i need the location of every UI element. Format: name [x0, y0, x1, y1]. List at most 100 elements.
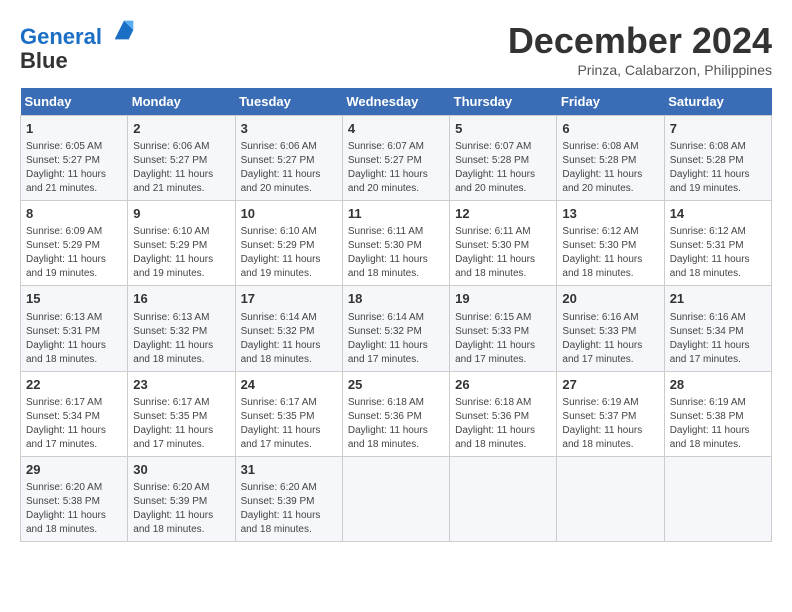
- calendar-day-10: 10Sunrise: 6:10 AM Sunset: 5:29 PM Dayli…: [235, 201, 342, 286]
- calendar-day-31: 31Sunrise: 6:20 AM Sunset: 5:39 PM Dayli…: [235, 456, 342, 541]
- day-number: 4: [348, 120, 444, 138]
- title-area: December 2024 Prinza, Calabarzon, Philip…: [508, 20, 772, 78]
- day-info: Sunrise: 6:16 AM Sunset: 5:33 PM Dayligh…: [562, 311, 658, 367]
- day-info: Sunrise: 6:09 AM Sunset: 5:29 PM Dayligh…: [26, 225, 122, 281]
- day-number: 25: [348, 376, 444, 394]
- day-info: Sunrise: 6:13 AM Sunset: 5:32 PM Dayligh…: [133, 311, 229, 367]
- day-info: Sunrise: 6:11 AM Sunset: 5:30 PM Dayligh…: [348, 225, 444, 281]
- day-number: 2: [133, 120, 229, 138]
- calendar-day-7: 7 Sunrise: 6:08 AM Sunset: 5:28 PM Daylig…: [664, 116, 771, 201]
- day-number: 10: [241, 205, 337, 223]
- calendar-day-13: 13 Sunrise: 6:12 AM Sunset: 5:30 PM Dayli…: [557, 201, 664, 286]
- calendar-day-17: 17 Sunrise: 6:14 AM Sunset: 5:32 PM Dayli…: [235, 286, 342, 371]
- day-info: Sunrise: 6:10 AM Sunset: 5:29 PM Dayligh…: [133, 225, 229, 281]
- day-info: Sunrise: 6:17 AM Sunset: 5:34 PM Dayligh…: [26, 396, 122, 452]
- weekday-header-wednesday: Wednesday: [342, 88, 449, 116]
- calendar-day-22: 22 Sunrise: 6:17 AM Sunset: 5:34 PM Dayli…: [21, 371, 128, 456]
- day-info: Sunrise: 6:12 AM Sunset: 5:31 PM Dayligh…: [670, 225, 766, 281]
- day-info: Sunrise: 6:07 AM Sunset: 5:28 PM Dayligh…: [455, 140, 551, 196]
- calendar-week-1: 1 Sunrise: 6:05 AM Sunset: 5:27 PM Daylig…: [21, 116, 772, 201]
- day-number: 8: [26, 205, 122, 223]
- empty-cell: [342, 456, 449, 541]
- subtitle: Prinza, Calabarzon, Philippines: [508, 62, 772, 78]
- day-number: 24: [241, 376, 337, 394]
- day-number: 22: [26, 376, 122, 394]
- calendar-day-21: 21Sunrise: 6:16 AM Sunset: 5:34 PM Dayli…: [664, 286, 771, 371]
- weekday-header-monday: Monday: [128, 88, 235, 116]
- day-info: Sunrise: 6:19 AM Sunset: 5:38 PM Dayligh…: [670, 396, 766, 452]
- day-info: Sunrise: 6:18 AM Sunset: 5:36 PM Dayligh…: [455, 396, 551, 452]
- calendar-day-1: 1 Sunrise: 6:05 AM Sunset: 5:27 PM Daylig…: [21, 116, 128, 201]
- calendar-day-15: 15 Sunrise: 6:13 AM Sunset: 5:31 PM Dayli…: [21, 286, 128, 371]
- calendar-week-4: 22 Sunrise: 6:17 AM Sunset: 5:34 PM Dayli…: [21, 371, 772, 456]
- day-number: 18: [348, 290, 444, 308]
- calendar-table: SundayMondayTuesdayWednesdayThursdayFrid…: [20, 88, 772, 542]
- day-info: Sunrise: 6:06 AM Sunset: 5:27 PM Dayligh…: [241, 140, 337, 196]
- calendar-day-9: 9 Sunrise: 6:10 AM Sunset: 5:29 PM Daylig…: [128, 201, 235, 286]
- day-info: Sunrise: 6:08 AM Sunset: 5:28 PM Dayligh…: [562, 140, 658, 196]
- day-info: Sunrise: 6:05 AM Sunset: 5:27 PM Dayligh…: [26, 140, 122, 196]
- calendar-day-18: 18 Sunrise: 6:14 AM Sunset: 5:32 PM Dayli…: [342, 286, 449, 371]
- calendar-day-14: 14Sunrise: 6:12 AM Sunset: 5:31 PM Dayli…: [664, 201, 771, 286]
- empty-cell: [557, 456, 664, 541]
- day-number: 29: [26, 461, 122, 479]
- day-number: 27: [562, 376, 658, 394]
- day-number: 7: [670, 120, 766, 138]
- logo: General Blue: [20, 20, 138, 73]
- day-info: Sunrise: 6:06 AM Sunset: 5:27 PM Dayligh…: [133, 140, 229, 196]
- day-info: Sunrise: 6:11 AM Sunset: 5:30 PM Dayligh…: [455, 225, 551, 281]
- calendar-day-23: 23 Sunrise: 6:17 AM Sunset: 5:35 PM Dayli…: [128, 371, 235, 456]
- day-info: Sunrise: 6:08 AM Sunset: 5:28 PM Dayligh…: [670, 140, 766, 196]
- empty-cell: [664, 456, 771, 541]
- calendar-day-11: 11Sunrise: 6:11 AM Sunset: 5:30 PM Dayli…: [342, 201, 449, 286]
- day-info: Sunrise: 6:20 AM Sunset: 5:39 PM Dayligh…: [241, 481, 337, 537]
- day-info: Sunrise: 6:12 AM Sunset: 5:30 PM Dayligh…: [562, 225, 658, 281]
- calendar-day-24: 24 Sunrise: 6:17 AM Sunset: 5:35 PM Dayli…: [235, 371, 342, 456]
- day-number: 28: [670, 376, 766, 394]
- weekday-header-sunday: Sunday: [21, 88, 128, 116]
- day-number: 3: [241, 120, 337, 138]
- calendar-day-19: 19Sunrise: 6:15 AM Sunset: 5:33 PM Dayli…: [450, 286, 557, 371]
- calendar-day-8: 8 Sunrise: 6:09 AM Sunset: 5:29 PM Daylig…: [21, 201, 128, 286]
- month-title: December 2024: [508, 20, 772, 62]
- calendar-day-5: 5Sunrise: 6:07 AM Sunset: 5:28 PM Daylig…: [450, 116, 557, 201]
- day-number: 16: [133, 290, 229, 308]
- calendar-day-12: 12 Sunrise: 6:11 AM Sunset: 5:30 PM Dayli…: [450, 201, 557, 286]
- day-info: Sunrise: 6:14 AM Sunset: 5:32 PM Dayligh…: [348, 311, 444, 367]
- calendar-day-26: 26 Sunrise: 6:18 AM Sunset: 5:36 PM Dayli…: [450, 371, 557, 456]
- calendar-day-28: 28 Sunrise: 6:19 AM Sunset: 5:38 PM Dayli…: [664, 371, 771, 456]
- day-info: Sunrise: 6:07 AM Sunset: 5:27 PM Dayligh…: [348, 140, 444, 196]
- page-header: General Blue December 2024 Prinza, Calab…: [20, 20, 772, 78]
- day-number: 30: [133, 461, 229, 479]
- calendar-day-29: 29 Sunrise: 6:20 AM Sunset: 5:38 PM Dayli…: [21, 456, 128, 541]
- day-info: Sunrise: 6:20 AM Sunset: 5:38 PM Dayligh…: [26, 481, 122, 537]
- day-info: Sunrise: 6:14 AM Sunset: 5:32 PM Dayligh…: [241, 311, 337, 367]
- day-number: 26: [455, 376, 551, 394]
- calendar-week-5: 29 Sunrise: 6:20 AM Sunset: 5:38 PM Dayli…: [21, 456, 772, 541]
- day-info: Sunrise: 6:17 AM Sunset: 5:35 PM Dayligh…: [241, 396, 337, 452]
- calendar-day-30: 30Sunrise: 6:20 AM Sunset: 5:39 PM Dayli…: [128, 456, 235, 541]
- day-info: Sunrise: 6:17 AM Sunset: 5:35 PM Dayligh…: [133, 396, 229, 452]
- weekday-header-saturday: Saturday: [664, 88, 771, 116]
- day-number: 13: [562, 205, 658, 223]
- weekday-header-thursday: Thursday: [450, 88, 557, 116]
- calendar-day-2: 2 Sunrise: 6:06 AM Sunset: 5:27 PM Daylig…: [128, 116, 235, 201]
- calendar-week-2: 8 Sunrise: 6:09 AM Sunset: 5:29 PM Daylig…: [21, 201, 772, 286]
- day-number: 1: [26, 120, 122, 138]
- day-number: 12: [455, 205, 551, 223]
- day-number: 17: [241, 290, 337, 308]
- calendar-day-25: 25Sunrise: 6:18 AM Sunset: 5:36 PM Dayli…: [342, 371, 449, 456]
- calendar-day-20: 20Sunrise: 6:16 AM Sunset: 5:33 PM Dayli…: [557, 286, 664, 371]
- calendar-day-3: 3 Sunrise: 6:06 AM Sunset: 5:27 PM Daylig…: [235, 116, 342, 201]
- weekday-header-friday: Friday: [557, 88, 664, 116]
- empty-cell: [450, 456, 557, 541]
- calendar-header: SundayMondayTuesdayWednesdayThursdayFrid…: [21, 88, 772, 116]
- day-info: Sunrise: 6:13 AM Sunset: 5:31 PM Dayligh…: [26, 311, 122, 367]
- day-info: Sunrise: 6:19 AM Sunset: 5:37 PM Dayligh…: [562, 396, 658, 452]
- calendar-day-6: 6Sunrise: 6:08 AM Sunset: 5:28 PM Daylig…: [557, 116, 664, 201]
- day-number: 19: [455, 290, 551, 308]
- day-number: 9: [133, 205, 229, 223]
- calendar-week-3: 15 Sunrise: 6:13 AM Sunset: 5:31 PM Dayli…: [21, 286, 772, 371]
- day-number: 15: [26, 290, 122, 308]
- day-number: 23: [133, 376, 229, 394]
